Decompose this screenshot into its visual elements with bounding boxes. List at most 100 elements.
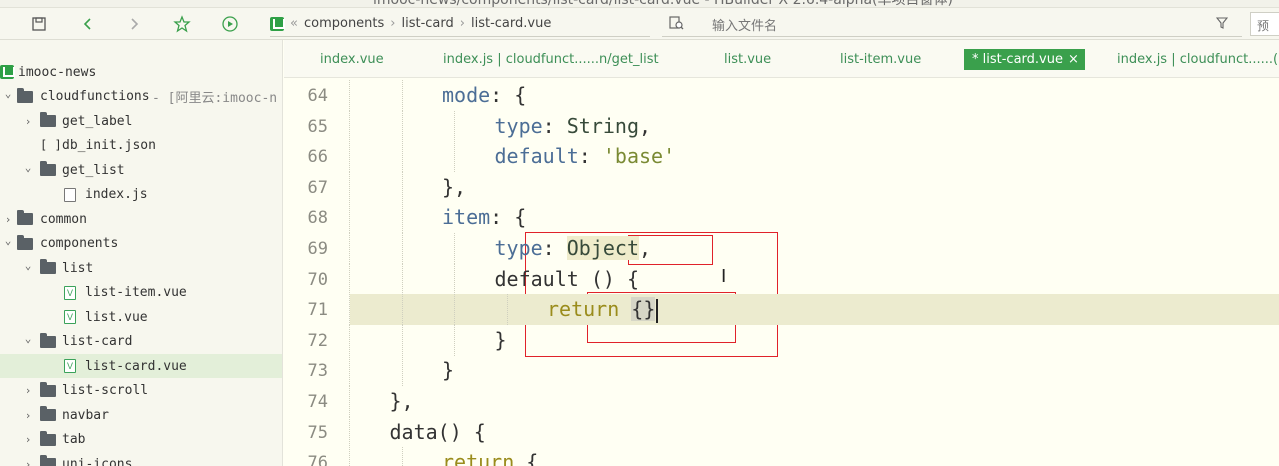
editor-tab[interactable]: index.js | cloudfunct......n/get_list	[443, 52, 659, 72]
sidebar-item[interactable]: › common	[0, 207, 282, 231]
code-line[interactable]: 71 return {}	[308, 294, 1279, 326]
filter-icon[interactable]	[1216, 17, 1228, 29]
breadcrumb: « components › list-card › list-card.vue	[270, 11, 650, 37]
breadcrumb-back-icon[interactable]: «	[290, 16, 298, 31]
line-number: 74	[307, 392, 328, 412]
sidebar-item[interactable]: ⌄ cloudfunctions - [阿里云:imooc-n	[0, 85, 282, 109]
folder-icon	[40, 406, 56, 422]
code-token: return	[547, 297, 620, 322]
forward-icon[interactable]	[122, 12, 146, 36]
code-line[interactable]: 73}	[284, 355, 1279, 387]
title-bar: imooc-news/components/list-card/list-car…	[0, 0, 1279, 8]
code-token: type	[494, 236, 543, 260]
sidebar-item-label: common	[40, 211, 87, 227]
indent-guide	[454, 324, 455, 356]
file-search-input[interactable]: 输入文件名	[712, 15, 777, 34]
chevron-down-icon[interactable]: ⌄	[22, 161, 34, 174]
sidebar-item[interactable]: [ ] db_init.json	[0, 134, 282, 158]
file-search-icon	[669, 16, 684, 30]
sidebar-item[interactable]: › uni-icons	[0, 452, 282, 466]
editor-tabs: index.vue index.js | cloudfunct......n/ge…	[284, 40, 1279, 78]
breadcrumb-item[interactable]: components	[304, 16, 384, 31]
tab-close-icon[interactable]: ×	[1068, 52, 1079, 67]
sidebar-item[interactable]: ⌄ components	[0, 232, 282, 256]
code-line[interactable]: 74},	[284, 386, 1279, 417]
code-line[interactable]: 69 type: Object,	[284, 233, 1279, 264]
code-token: 'base'	[602, 144, 676, 169]
code-token: data() {	[389, 419, 486, 444]
save-icon[interactable]	[27, 12, 51, 36]
sidebar-item-label: list-scroll	[62, 383, 149, 398]
indent-guide	[401, 110, 403, 142]
indent-guide	[349, 416, 350, 448]
chevron-right-icon[interactable]: ›	[22, 115, 34, 128]
json-icon: [ ]	[40, 137, 62, 152]
chevron-down-icon[interactable]: ⌄	[22, 259, 34, 272]
code-text: default () {	[495, 267, 640, 291]
line-number: 71	[307, 300, 328, 321]
sidebar-item[interactable]: imooc-news	[0, 60, 282, 84]
code-line[interactable]: 75 data() {	[284, 416, 1279, 448]
editor-tab[interactable]: list.vue	[724, 52, 771, 72]
run-icon[interactable]	[218, 12, 242, 36]
code-line[interactable]: 65 type: String,	[284, 110, 1279, 142]
code-editor[interactable]: 64 mode: {65 type: String, 66 default: 'base…	[284, 78, 1279, 466]
editor-tab[interactable]: index.js | cloudfunct......(	[1117, 52, 1278, 72]
sidebar-item-label: list	[62, 260, 94, 276]
sidebar-item[interactable]: Vlist-card.vue	[0, 354, 282, 378]
code-line[interactable]: 70 default () {	[284, 263, 1279, 295]
file-search-box[interactable]: 输入文件名	[662, 11, 1242, 37]
star-icon[interactable]	[170, 12, 194, 36]
code-line[interactable]: 67},	[284, 171, 1279, 203]
chevron-down-icon[interactable]: ⌄	[22, 332, 34, 345]
chevron-right-icon[interactable]: ›	[22, 433, 34, 446]
indent-guide	[401, 447, 403, 466]
sidebar-item[interactable]: › list-scroll	[0, 379, 282, 403]
breadcrumb-item[interactable]: list-card	[402, 16, 454, 31]
editor-tab[interactable]: * list-card.vue ×	[964, 49, 1085, 70]
indent-guide	[454, 233, 455, 264]
preview-button[interactable]: 预	[1250, 12, 1279, 36]
code-line[interactable]: 68 item: {	[284, 202, 1279, 234]
line-number: 66	[307, 147, 328, 168]
sidebar-item[interactable]: Vlist.vue	[0, 305, 282, 329]
code-line[interactable]: 66 default: 'base'	[284, 141, 1279, 173]
sidebar-item[interactable]: ⌄ get_list	[0, 158, 282, 182]
code-token: }	[494, 327, 507, 352]
chevron-down-icon[interactable]: ⌄	[2, 234, 14, 247]
chevron-right-icon[interactable]: ›	[2, 213, 14, 226]
code-token: : {	[490, 205, 527, 230]
editor-tab[interactable]: index.vue	[320, 52, 384, 72]
project-icon	[0, 65, 16, 79]
code-line[interactable]: 76 return {	[284, 447, 1279, 466]
cloud-folder-icon	[40, 161, 56, 177]
sidebar-item[interactable]: Vlist-item.vue	[0, 281, 282, 305]
sidebar-item[interactable]: › navbar	[0, 403, 282, 427]
code-text: },	[442, 175, 466, 199]
tab-label: * list-card.vue	[972, 52, 1063, 67]
hbuilder-window: imooc-news/components/list-card/list-car…	[0, 0, 1279, 466]
sidebar-item[interactable]: › tab	[0, 428, 282, 452]
chevron-right-icon[interactable]: ›	[22, 458, 34, 466]
code-line[interactable]: 64 mode: {	[284, 80, 1279, 111]
code-token: {	[514, 450, 539, 466]
editor-tab[interactable]: list-item.vue	[840, 52, 921, 72]
chevron-down-icon[interactable]: ⌄	[2, 87, 14, 100]
sidebar-item[interactable]: ⌄ list-card	[0, 330, 282, 354]
sidebar-item[interactable]: › get_label	[0, 109, 282, 133]
folder-icon	[40, 259, 56, 275]
vue-file-icon: V	[62, 359, 78, 373]
tab-label: index.js | cloudfunct......(	[1117, 52, 1279, 67]
code-token: }	[442, 358, 455, 383]
breadcrumb-item[interactable]: list-card.vue	[471, 16, 551, 31]
chevron-right-icon[interactable]: ›	[22, 384, 34, 397]
line-number: 76	[307, 453, 328, 466]
back-icon[interactable]	[76, 12, 100, 36]
sidebar-item[interactable]: index.js	[0, 183, 282, 207]
code-token: mode	[442, 83, 491, 107]
line-number: 69	[307, 239, 328, 259]
chevron-right-icon[interactable]: ›	[22, 409, 34, 422]
code-line[interactable]: 72}	[284, 324, 1279, 356]
code-token: item	[442, 205, 491, 230]
sidebar-item[interactable]: ⌄ list	[0, 256, 282, 280]
